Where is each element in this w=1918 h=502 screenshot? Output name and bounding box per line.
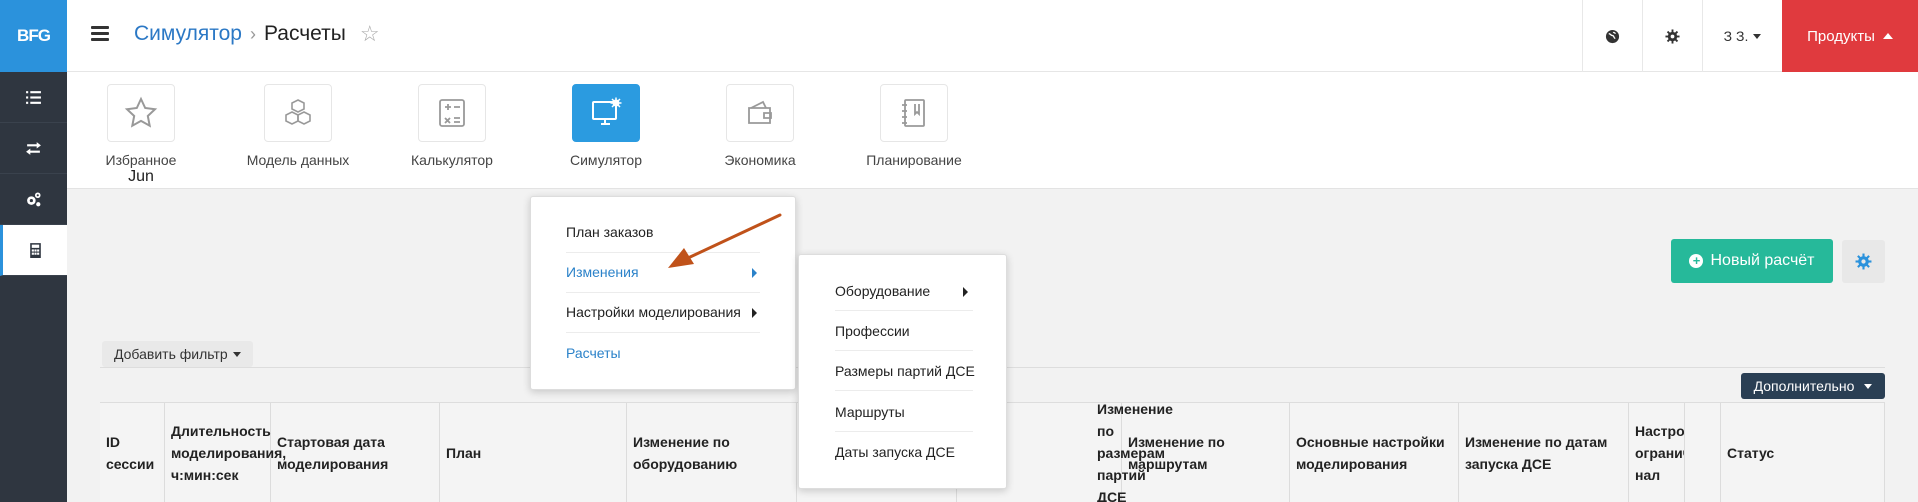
column-header[interactable]: Основные настройки моделирования [1290, 403, 1459, 502]
column-header[interactable]: Статус [1720, 403, 1885, 502]
submenu-item-batch-sizes[interactable]: Размеры партий ДСЕ [835, 363, 975, 379]
tile-label: Избранное [105, 152, 177, 168]
tile-calculator[interactable]: Калькулятор [382, 84, 522, 168]
column-header[interactable]: ID сессии [100, 403, 165, 502]
products-button[interactable]: Продукты [1782, 0, 1918, 72]
tile-label: Планирование [866, 152, 962, 168]
chevron-right-icon [752, 268, 757, 278]
simulator-dropdown-menu: План заказов Изменения Настройки моделир… [530, 196, 796, 390]
sidebar: BFG [0, 0, 67, 502]
calculator-icon[interactable] [0, 225, 67, 276]
chevron-up-icon [1882, 33, 1893, 39]
user-menu-button[interactable]: З З. [1702, 0, 1782, 72]
calculator-icon [418, 84, 486, 142]
monitor-gear-icon [572, 84, 640, 142]
menu-item-changes[interactable]: Изменения [566, 264, 639, 280]
hamburger-menu-icon[interactable] [91, 26, 109, 42]
tile-planning[interactable]: Планирование [844, 84, 984, 168]
divider [566, 252, 760, 253]
plus-circle-icon: + [1689, 254, 1704, 268]
table-settings-button[interactable] [1842, 240, 1885, 283]
top-header: Симулятор › Расчеты ☆ З З. Продукты [67, 0, 1918, 72]
tile-label: Калькулятор [411, 152, 493, 168]
more-dropdown-button[interactable]: Дополнительно [1741, 373, 1885, 399]
breadcrumb-separator-icon: › [249, 23, 256, 44]
cubes-icon [264, 84, 332, 142]
breadcrumb: Симулятор › Расчеты ☆ [134, 22, 380, 46]
column-header[interactable]: Изменение по датам запуска ДСЕ [1459, 403, 1629, 502]
menu-item-calculations[interactable]: Расчеты [566, 345, 621, 361]
submenu-item-launch-dates[interactable]: Даты запуска ДСЕ [835, 444, 955, 460]
changes-submenu: Оборудование Профессии Размеры партий ДС… [798, 254, 1007, 489]
favorites-star-icon [107, 84, 175, 142]
divider [835, 310, 973, 311]
tile-favorites[interactable]: Избранное Jun [71, 84, 211, 186]
add-filter-button[interactable]: Добавить фильтр [102, 341, 253, 367]
column-header[interactable]: Стартовая дата моделирования [271, 403, 440, 502]
menu-item-simulation-settings[interactable]: Настройки моделирования [566, 304, 741, 320]
app-logo[interactable]: BFG [0, 0, 67, 72]
tile-data-model[interactable]: Модель данных [228, 84, 368, 168]
tile-label: Симулятор [570, 152, 642, 168]
breadcrumb-root-link[interactable]: Симулятор [134, 22, 242, 46]
submenu-item-equipment[interactable]: Оборудование [835, 283, 930, 299]
page-title: Расчеты [263, 22, 346, 45]
divider [835, 390, 973, 391]
add-filter-label: Добавить фильтр [114, 346, 228, 362]
new-calculation-label: Новый расчёт [1710, 252, 1815, 269]
notebook-icon [880, 84, 948, 142]
chevron-right-icon [963, 287, 968, 297]
settings-gear-icon[interactable] [1642, 0, 1702, 72]
chevron-down-icon [1864, 383, 1873, 389]
gears-icon[interactable] [0, 174, 67, 225]
tile-label: Экономика [724, 152, 796, 168]
gear-icon [1855, 253, 1872, 270]
list-icon[interactable] [0, 72, 67, 123]
column-header[interactable]: План [440, 403, 627, 502]
tile-economy[interactable]: Экономика [690, 84, 830, 168]
chevron-right-icon [752, 308, 757, 318]
exchange-icon[interactable] [0, 123, 67, 174]
column-header[interactable]: Длительность моделирования, ч:мин:сек [165, 403, 286, 502]
tile-label: Модель данных [246, 152, 350, 168]
column-header[interactable]: Изменение по маршрутам [1122, 403, 1290, 502]
chevron-down-icon [1753, 33, 1762, 39]
wallet-icon [726, 84, 794, 142]
divider [566, 332, 760, 333]
submenu-item-professions[interactable]: Профессии [835, 323, 910, 339]
header-actions: З З. Продукты [1582, 0, 1918, 72]
menu-item-order-plan[interactable]: План заказов [566, 224, 653, 240]
column-header[interactable]: Изменение по оборудованию [627, 403, 797, 502]
products-label: Продукты [1807, 27, 1875, 45]
chevron-down-icon [232, 351, 241, 357]
module-tiles-bar: Избранное Jun Модель данных Калькулятор … [67, 72, 1918, 189]
favorite-star-icon[interactable]: ☆ [360, 23, 380, 45]
divider [835, 431, 973, 432]
divider [566, 292, 760, 293]
column-header[interactable]: Настройки ограничений нал [1629, 403, 1685, 502]
tile-simulator[interactable]: Симулятор [536, 84, 676, 168]
divider [835, 350, 973, 351]
new-calculation-button[interactable]: + Новый расчёт [1671, 239, 1833, 283]
more-label: Дополнительно [1753, 378, 1855, 394]
user-name: З З. [1723, 28, 1749, 44]
language-globe-icon[interactable] [1582, 0, 1642, 72]
submenu-item-routes[interactable]: Маршруты [835, 404, 905, 420]
